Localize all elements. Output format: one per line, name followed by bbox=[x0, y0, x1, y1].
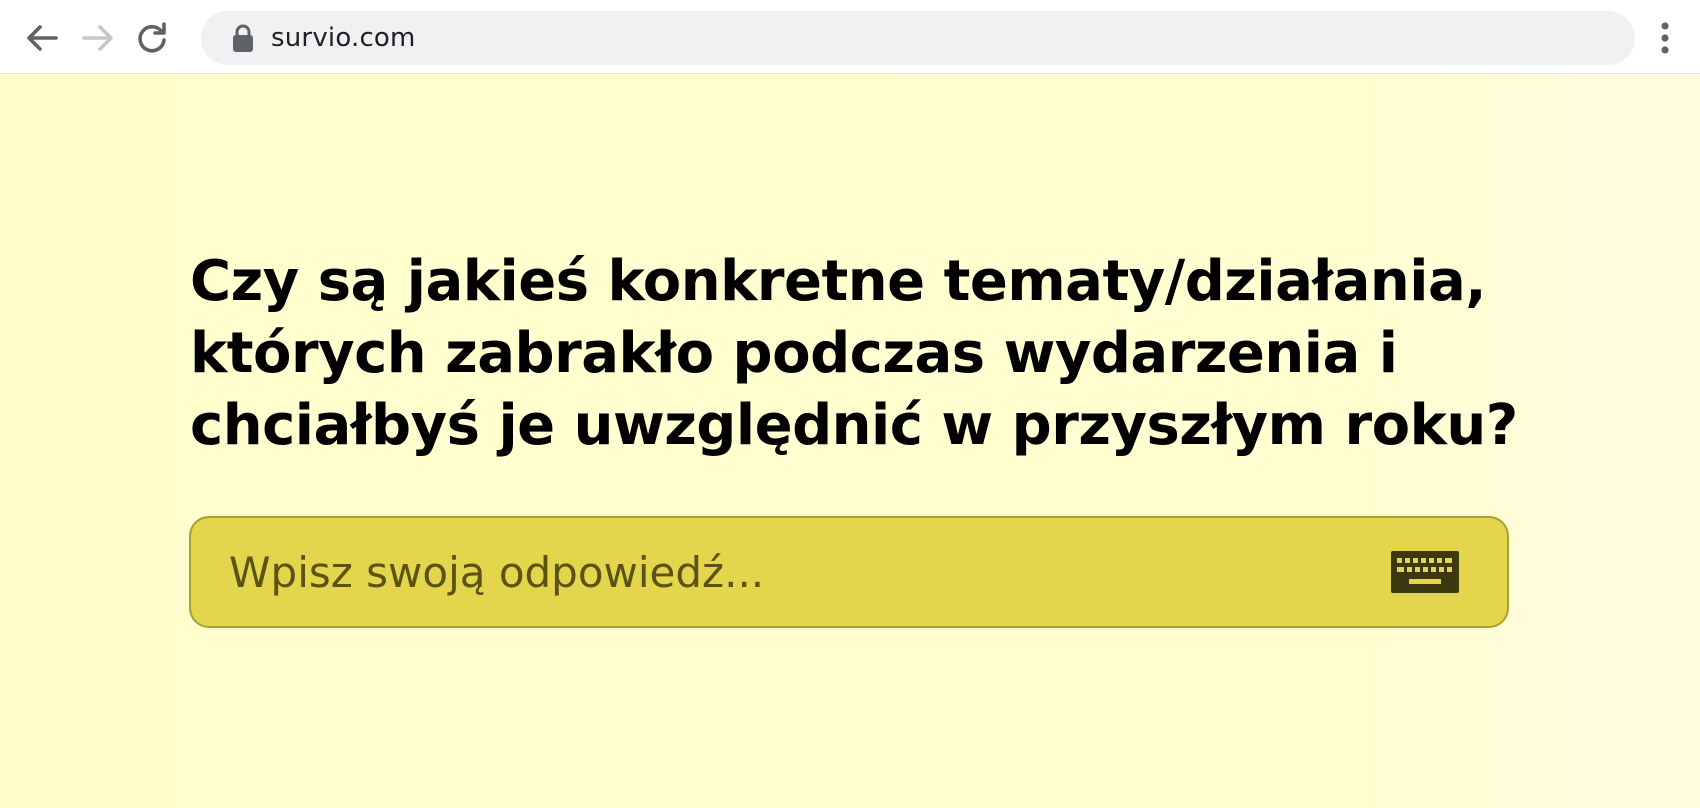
address-bar[interactable]: survio.com bbox=[201, 11, 1635, 65]
arrow-left-icon bbox=[27, 25, 58, 51]
kebab-menu-icon bbox=[1661, 22, 1669, 54]
back-button[interactable] bbox=[20, 16, 64, 60]
reload-button[interactable] bbox=[130, 16, 174, 60]
survey-page: Czy są jakieś konkretne tematy/działania… bbox=[0, 74, 1700, 808]
arrow-right-icon bbox=[82, 25, 113, 51]
reload-icon bbox=[138, 22, 166, 53]
lock-icon bbox=[231, 23, 255, 53]
forward-button[interactable] bbox=[76, 16, 120, 60]
answer-field[interactable] bbox=[189, 516, 1509, 628]
browser-toolbar: survio.com bbox=[0, 0, 1700, 74]
browser-menu-button[interactable] bbox=[1650, 16, 1680, 60]
keyboard-icon bbox=[1391, 551, 1459, 593]
question-title: Czy są jakieś konkretne tematy/działania… bbox=[190, 249, 1518, 458]
url-text: survio.com bbox=[271, 23, 416, 53]
answer-input[interactable] bbox=[229, 547, 1379, 597]
